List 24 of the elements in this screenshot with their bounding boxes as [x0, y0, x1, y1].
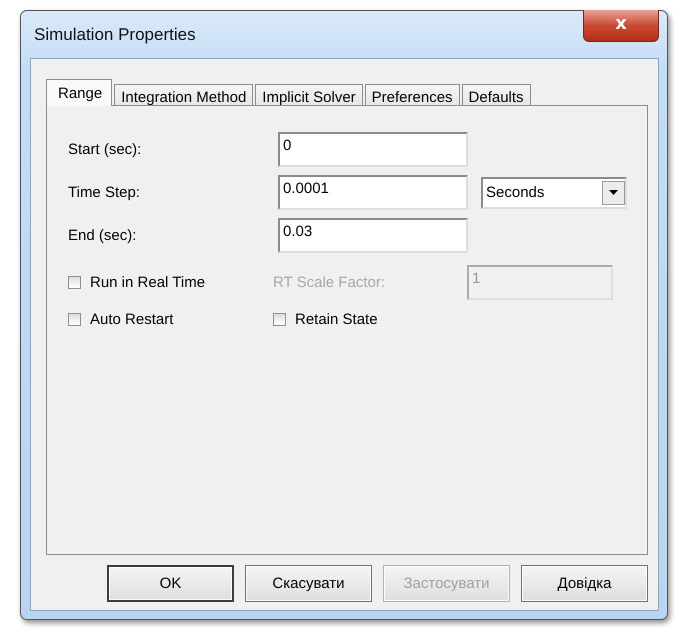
tab[interactable]: Integration Method: [114, 84, 254, 105]
field-label: End (sec):: [68, 227, 138, 244]
tab[interactable]: Preferences: [364, 84, 460, 105]
close-button[interactable]: x: [583, 10, 659, 42]
unit-dropdown[interactable]: Seconds: [481, 176, 627, 208]
input-field[interactable]: 0.03: [278, 218, 468, 253]
checkbox-label: Auto Restart: [90, 311, 174, 328]
dialog-button[interactable]: Скасувати: [245, 565, 372, 602]
tab[interactable]: Defaults: [462, 84, 531, 105]
tab[interactable]: Implicit Solver: [255, 84, 363, 105]
checkbox[interactable]: [273, 313, 286, 326]
field-label: Start (sec):: [68, 141, 142, 158]
checkbox-label: Run in Real Time: [90, 274, 206, 291]
field-label: RT Scale Factor:: [273, 274, 386, 291]
checkbox[interactable]: [68, 276, 81, 289]
input-field[interactable]: 0: [278, 132, 468, 167]
window-title: Simulation Properties: [33, 24, 196, 44]
dialog-button[interactable]: OK: [107, 565, 234, 602]
checkbox[interactable]: [68, 313, 81, 326]
checkbox-label: Retain State: [295, 311, 378, 328]
input-field[interactable]: 0.0001: [278, 175, 468, 210]
tab[interactable]: Range: [46, 79, 112, 106]
field-label: Time Step:: [68, 184, 141, 201]
dialog-button[interactable]: Довідка: [521, 565, 648, 602]
